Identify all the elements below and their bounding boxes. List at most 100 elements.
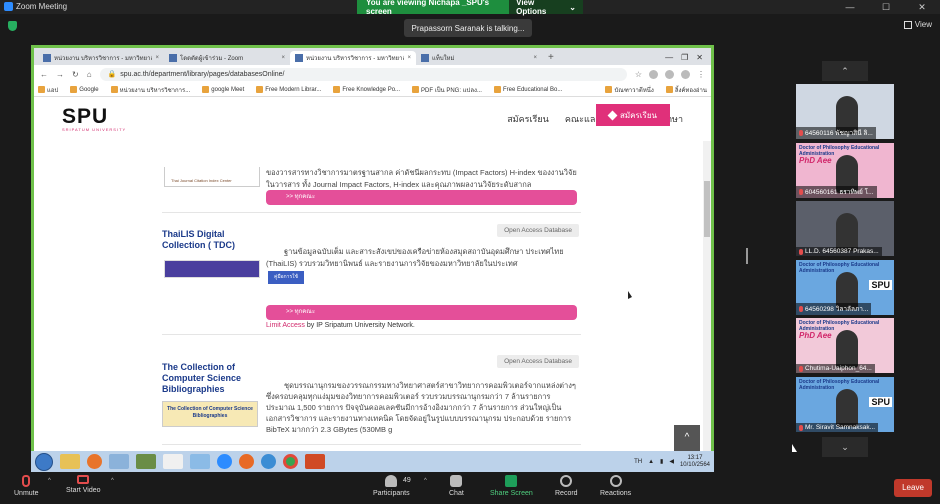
powerpoint-icon[interactable]	[305, 454, 325, 469]
gallery-up-button[interactable]: ⌃	[822, 61, 868, 81]
maximize-button[interactable]: ☐	[868, 0, 904, 14]
bookmark-meet[interactable]: google Meet	[202, 86, 244, 93]
restore-icon[interactable]: ❐	[681, 51, 688, 65]
bookmark-google[interactable]: Google	[70, 86, 99, 93]
windows-taskbar: TH ▲ ▮ ◀ 13:17 10/10/2564	[31, 451, 714, 472]
thailis-banner-image[interactable]	[164, 260, 260, 278]
participants-options-caret-icon[interactable]: ^	[424, 478, 427, 484]
star-icon[interactable]: ☆	[635, 70, 642, 79]
split-handle[interactable]	[746, 248, 748, 264]
browser-tab-1[interactable]: หน่วยงาน บริหารวิชาการ - มหาวิทยาลัย ×	[38, 51, 164, 65]
bookmark-apps[interactable]: แอป	[38, 85, 58, 95]
share-screen-button[interactable]: Share Screen	[490, 475, 533, 497]
start-video-button[interactable]: Start Video	[66, 475, 101, 494]
close-tab-icon[interactable]: ×	[155, 55, 159, 61]
extension-icon[interactable]	[649, 69, 658, 79]
document-icon[interactable]	[163, 454, 183, 469]
bookmark-pdf-png[interactable]: PDF เป็น PNG: แปลง...	[412, 85, 482, 95]
reload-icon[interactable]: ↻	[72, 70, 79, 79]
user-guide-button[interactable]: คู่มือการใช้	[268, 271, 304, 284]
bookmark-modern-library[interactable]: Free Modern Librar...	[256, 86, 321, 93]
gallery-down-button[interactable]: ⌄	[822, 437, 868, 457]
leave-button[interactable]: Leave	[894, 479, 932, 497]
minimize-icon[interactable]: —	[665, 51, 673, 65]
participant-name: LL.D. 64560387 Prakas...	[796, 247, 882, 256]
close-tab-icon[interactable]: ×	[533, 55, 537, 61]
database-title[interactable]: ThaiLIS Digital Collection ( TDC)	[162, 229, 257, 251]
record-label: Record	[555, 490, 578, 497]
back-to-top-button[interactable]: ^	[674, 425, 700, 451]
start-button-icon[interactable]	[35, 452, 53, 471]
bibliographies-banner-image[interactable]: The Collection of Computer Science Bibli…	[162, 401, 258, 427]
browser-tab-4[interactable]: แท็บใหม่ ×	[416, 51, 542, 65]
start-video-label: Start Video	[66, 487, 101, 494]
media-player-icon[interactable]	[87, 454, 102, 469]
participant-tile[interactable]: Doctor of Philosophy Educational Adminis…	[796, 377, 894, 432]
apply-button[interactable]: สมัครเรียน	[596, 104, 670, 126]
puzzle-icon[interactable]	[665, 69, 674, 79]
bookmarks-bar: แอป Google หน่วยงาน บริหารวิชาการ... goo…	[34, 83, 711, 97]
spu-logo[interactable]: SPU SRIPATUM UNIVERSITY	[62, 106, 126, 132]
scrollbar-thumb[interactable]	[704, 181, 710, 237]
zoom-app-icon[interactable]	[217, 454, 232, 469]
chat-button[interactable]: Chat	[449, 475, 464, 497]
menu-dots-icon[interactable]: ⋮	[697, 70, 705, 79]
database-section: ThaiLIS Digital Collection ( TDC) Open A…	[162, 213, 581, 335]
chat-icon	[450, 475, 463, 487]
shared-screen: หน่วยงาน บริหารวิชาการ - มหาวิทยาลัย × โด…	[31, 45, 714, 472]
browser-tab-3[interactable]: หน่วยงาน บริหารวิชาการ - มหาวิทยาลัย ×	[290, 51, 416, 65]
forward-icon[interactable]: →	[56, 70, 64, 79]
unmute-button[interactable]: Unmute	[14, 475, 39, 497]
home-icon[interactable]: ⌂	[87, 70, 92, 79]
smiley-icon	[609, 475, 622, 487]
list-icon	[665, 86, 673, 93]
new-tab-button[interactable]: +	[542, 51, 560, 65]
app-icon[interactable]	[109, 454, 129, 469]
bookmark-knowledge[interactable]: Free Knowledge Po...	[333, 86, 400, 93]
folder-icon[interactable]	[60, 454, 80, 469]
bookmark-right-2[interactable]: ลิ้งค์ทองอ่าน	[665, 85, 707, 95]
minimize-button[interactable]: —	[832, 0, 868, 14]
participant-tile[interactable]: 64560116 พัชญาสินี ลิ...	[796, 84, 894, 139]
record-button[interactable]: Record	[555, 475, 578, 497]
faculty-button[interactable]: >> ทุกคณะ	[266, 305, 577, 320]
bookmark-educational[interactable]: Free Educational Bo...	[493, 86, 562, 93]
reactions-button[interactable]: Reactions	[600, 475, 631, 497]
system-clock[interactable]: 13:17 10/10/2564	[680, 455, 710, 469]
tray-arrow-icon[interactable]: ▲	[648, 459, 654, 465]
chrome-icon[interactable]	[283, 454, 298, 469]
nav-apply[interactable]: สมัครเรียน	[507, 112, 549, 126]
participant-tile[interactable]: Doctor of Philosophy Educational Adminis…	[796, 260, 894, 315]
page-scrollbar[interactable]	[703, 141, 711, 469]
tools-icon[interactable]	[136, 454, 156, 469]
participant-tile[interactable]: Doctor of Philosophy Educational Adminis…	[796, 143, 894, 198]
virtual-bg-tag: PhD Aee	[799, 156, 832, 165]
language-indicator[interactable]: TH	[634, 459, 642, 465]
firefox-icon[interactable]	[239, 454, 254, 469]
bookmark-right-1[interactable]: บัณฑาวาตีหนึ่ง	[605, 85, 654, 95]
internet-explorer-icon[interactable]	[261, 454, 276, 469]
address-bar[interactable]: 🔒 spu.ac.th/department/library/pages/dat…	[99, 67, 627, 81]
shield-icon[interactable]	[8, 21, 17, 31]
view-button[interactable]: View	[903, 20, 932, 29]
close-button[interactable]: ✕	[904, 0, 940, 14]
participant-tile[interactable]: Doctor of Philosophy Educational Adminis…	[796, 318, 894, 373]
close-icon[interactable]: ✕	[696, 51, 703, 65]
back-icon[interactable]: ←	[40, 70, 48, 79]
video-options-caret-icon[interactable]: ^	[111, 478, 114, 484]
database-description: ชุดบรรณานุกรมของวรรณกรรมทางวิทยาศาสตร์สา…	[266, 381, 576, 434]
close-tab-icon[interactable]: ×	[407, 55, 411, 61]
volume-icon[interactable]: ◀	[669, 458, 674, 465]
database-title[interactable]: The Collection of Computer Science Bibli…	[162, 362, 257, 395]
close-tab-icon[interactable]: ×	[281, 55, 285, 61]
audio-options-caret-icon[interactable]: ^	[48, 478, 51, 484]
bookmark-spu[interactable]: หน่วยงาน บริหารวิชาการ...	[110, 85, 190, 95]
window-icon[interactable]	[190, 454, 210, 469]
view-options-button[interactable]: View Options ⌄	[509, 0, 583, 16]
network-icon[interactable]: ▮	[660, 458, 663, 465]
faculty-button[interactable]: >> ทุกคณะ	[266, 190, 577, 205]
browser-tab-2[interactable]: โดดตัดผู้เข้าร่วม - Zoom ×	[164, 51, 290, 65]
participant-tile[interactable]: LL.D. 64560387 Prakas...	[796, 201, 894, 256]
profile-avatar-icon[interactable]	[681, 69, 690, 79]
mic-muted-icon	[799, 365, 803, 372]
